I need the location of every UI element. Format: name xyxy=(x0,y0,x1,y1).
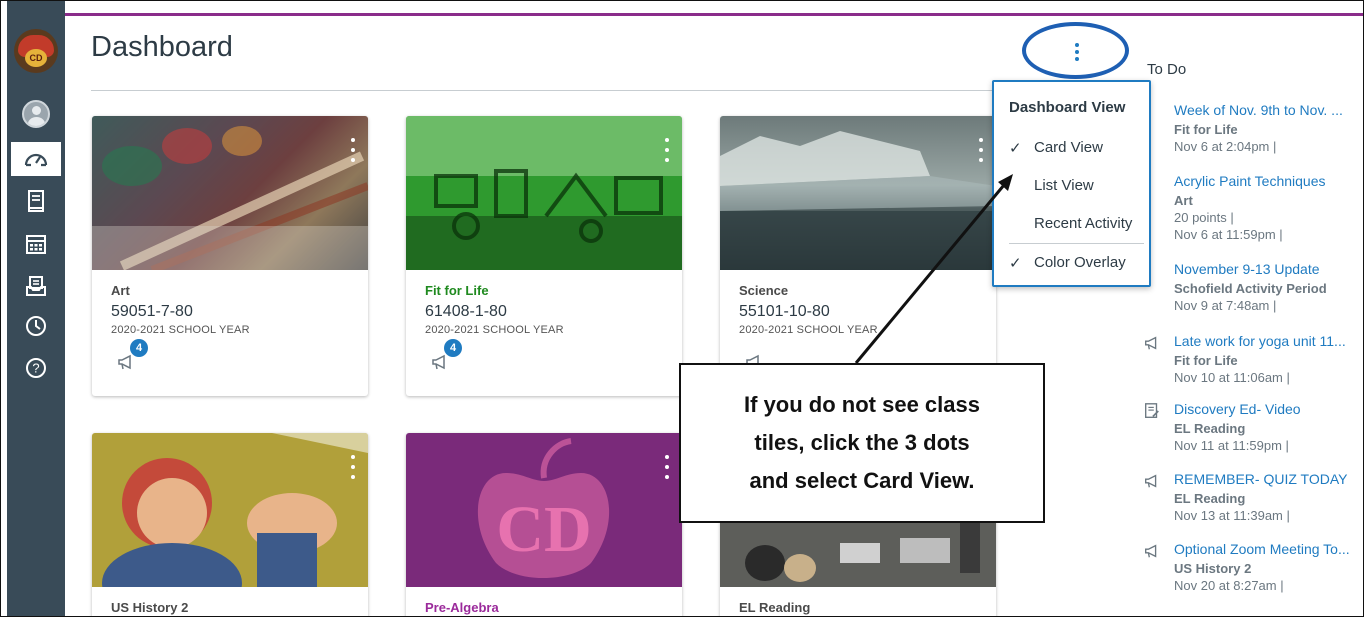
announcement-icon xyxy=(1145,474,1157,488)
school-logo[interactable]: CD xyxy=(14,29,58,73)
todo-item-meta: Nov 11 at 11:59pm | xyxy=(1174,438,1289,453)
callout-line: If you do not see class xyxy=(744,392,980,417)
todo-item-course: Fit for Life xyxy=(1174,122,1238,137)
menu-item-color-overlay[interactable]: Color Overlay xyxy=(1034,254,1126,271)
menu-divider xyxy=(1009,243,1144,244)
course-code: 61408-1-80 xyxy=(425,303,507,320)
todo-item-course: Art xyxy=(1174,193,1193,208)
svg-text:CD: CD xyxy=(496,493,591,566)
course-name[interactable]: Science xyxy=(739,283,788,298)
app-frame: CD ? Dashboard Art 59051-7-80 2020-2021 … xyxy=(0,0,1364,617)
check-icon: ✓ xyxy=(1009,140,1022,157)
todo-item-title[interactable]: November 9-13 Update xyxy=(1174,261,1363,277)
svg-text:?: ? xyxy=(32,361,39,376)
logo-text: CD xyxy=(25,49,47,67)
announcement-icon xyxy=(1145,544,1157,558)
announcement-icon xyxy=(1145,336,1157,350)
help-icon: ? xyxy=(26,358,46,378)
todo-item-meta: Nov 9 at 7:48am | xyxy=(1174,298,1277,313)
todo-heading: To Do xyxy=(1147,61,1187,78)
nav-courses-button[interactable] xyxy=(7,184,65,218)
dashboard-options-button[interactable] xyxy=(1063,36,1091,68)
course-card-image: CD xyxy=(406,433,682,587)
menu-heading: Dashboard View xyxy=(1009,99,1126,116)
card-options-button[interactable] xyxy=(350,138,356,162)
course-card-science[interactable]: Science 55101-10-80 2020-2021 SCHOOL YEA… xyxy=(720,116,996,396)
card-options-button[interactable] xyxy=(664,455,670,479)
course-code: 59051-7-80 xyxy=(111,303,193,320)
nav-calendar-button[interactable] xyxy=(7,227,65,261)
unread-count-badge: 4 xyxy=(130,339,148,357)
course-card-fit-for-life[interactable]: Fit for Life 61408-1-80 2020-2021 SCHOOL… xyxy=(406,116,682,396)
dot-icon xyxy=(1075,57,1079,61)
course-term: 2020-2021 SCHOOL YEAR xyxy=(425,324,564,336)
course-name[interactable]: Fit for Life xyxy=(425,283,489,298)
courses-book-icon xyxy=(28,190,44,212)
inbox-icon xyxy=(26,276,46,296)
dot-icon xyxy=(1075,43,1079,47)
page-title: Dashboard xyxy=(91,31,233,63)
account-avatar-icon xyxy=(22,100,50,128)
nav-dashboard-button[interactable] xyxy=(11,142,61,176)
todo-item-meta: Nov 20 at 8:27am | xyxy=(1174,578,1284,593)
course-card-us-history-2[interactable]: US History 2 xyxy=(92,433,368,616)
nav-account-button[interactable] xyxy=(7,97,65,131)
unread-count-badge: 4 xyxy=(444,339,462,357)
course-name[interactable]: US History 2 xyxy=(111,600,188,615)
callout-line: tiles, click the 3 dots xyxy=(754,430,970,455)
nav-inbox-button[interactable] xyxy=(7,269,65,303)
card-options-button[interactable] xyxy=(978,138,984,162)
course-name[interactable]: Pre-Algebra xyxy=(425,600,499,615)
course-card-image xyxy=(92,116,368,270)
todo-item-title[interactable]: Acrylic Paint Techniques xyxy=(1174,173,1363,189)
instruction-callout: If you do not see class tiles, click the… xyxy=(679,363,1045,523)
todo-item-title[interactable]: REMEMBER- QUIZ TODAY xyxy=(1174,471,1363,487)
todo-item-course: Schofield Activity Period xyxy=(1174,281,1327,296)
todo-item-title[interactable]: Late work for yoga unit 11... xyxy=(1174,333,1363,349)
menu-item-card-view[interactable]: Card View xyxy=(1034,139,1103,156)
todo-item-course: US History 2 xyxy=(1174,561,1252,576)
todo-item-meta: Nov 6 at 2:04pm | xyxy=(1174,139,1277,154)
todo-item-course: EL Reading xyxy=(1174,491,1246,506)
calendar-icon xyxy=(26,235,46,254)
course-card-image xyxy=(406,116,682,270)
course-name[interactable]: EL Reading xyxy=(739,600,810,615)
nav-history-button[interactable] xyxy=(7,309,65,343)
todo-item-meta: Nov 13 at 11:39am | xyxy=(1174,508,1290,523)
course-term: 2020-2021 SCHOOL YEAR xyxy=(111,324,250,336)
todo-item-meta: Nov 10 at 11:06am | xyxy=(1174,370,1290,385)
todo-item-title[interactable]: Week of Nov. 9th to Nov. ... xyxy=(1174,102,1363,118)
top-accent-stripe xyxy=(65,13,1363,16)
callout-line: and select Card View. xyxy=(749,468,975,493)
course-card-pre-algebra[interactable]: CD Pre-Algebra xyxy=(406,433,682,616)
nav-help-button[interactable]: ? xyxy=(7,351,65,385)
menu-item-recent-activity[interactable]: Recent Activity xyxy=(1034,215,1132,232)
course-term: 2020-2021 SCHOOL YEAR xyxy=(739,324,878,336)
todo-item-course: Fit for Life xyxy=(1174,353,1238,368)
todo-item-meta: Nov 6 at 11:59pm | xyxy=(1174,227,1283,242)
course-card-art[interactable]: Art 59051-7-80 2020-2021 SCHOOL YEAR 4 xyxy=(92,116,368,396)
global-navigation: CD ? xyxy=(7,1,65,616)
menu-item-list-view[interactable]: List View xyxy=(1034,177,1094,194)
course-name[interactable]: Art xyxy=(111,283,130,298)
check-icon: ✓ xyxy=(1009,255,1022,272)
assignment-icon xyxy=(1145,403,1159,418)
todo-item-meta: 20 points | xyxy=(1174,210,1234,225)
dot-icon xyxy=(1075,50,1079,54)
card-options-button[interactable] xyxy=(664,138,670,162)
card-options-button[interactable] xyxy=(350,455,356,479)
todo-item-title[interactable]: Optional Zoom Meeting To... xyxy=(1174,541,1363,557)
dashboard-view-menu: Dashboard View ✓ Card View List View Rec… xyxy=(992,80,1151,287)
course-code: 55101-10-80 xyxy=(739,303,830,320)
clock-icon xyxy=(26,316,46,336)
header-divider xyxy=(91,90,1141,91)
course-card-image xyxy=(92,433,368,587)
dashboard-gauge-icon xyxy=(24,153,48,167)
todo-item-course: EL Reading xyxy=(1174,421,1246,436)
todo-item-title[interactable]: Discovery Ed- Video xyxy=(1174,401,1363,417)
course-card-image xyxy=(720,116,996,270)
